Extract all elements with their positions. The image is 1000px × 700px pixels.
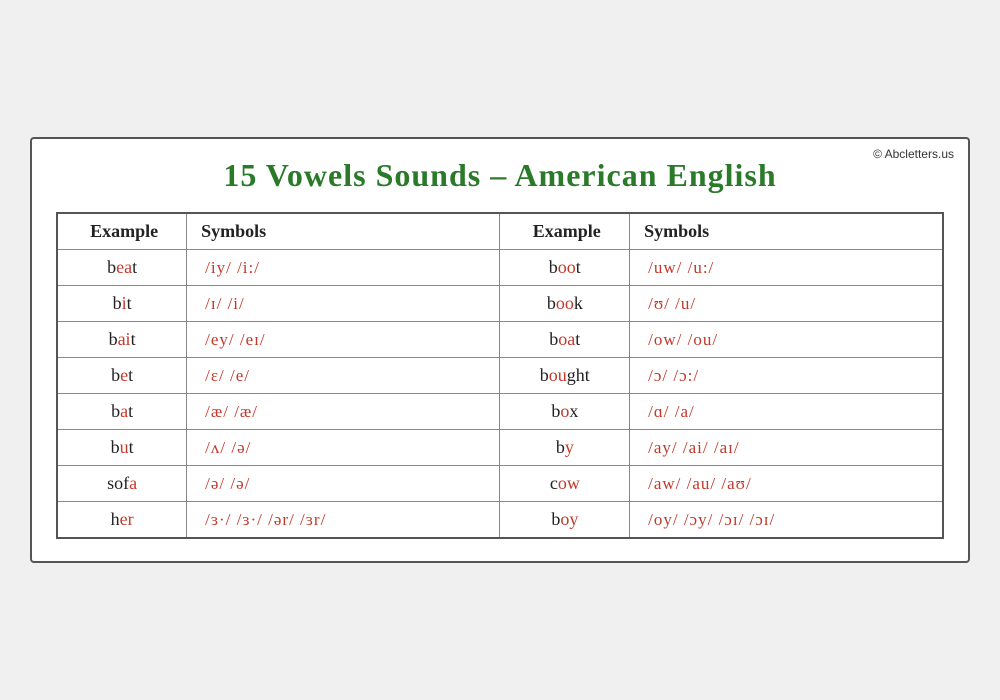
example-word-right: boat [500,322,630,358]
header-symbols-left: Symbols [187,213,500,250]
consonant: t [128,365,133,385]
consonant: b [549,257,558,277]
symbols-cell-left: /iy/ /i:/ [187,250,500,286]
table-row: bait/ey/ /eɪ/boat/ow/ /ou/ [57,322,943,358]
header-example-left: Example [57,213,187,250]
consonant: b [547,293,556,313]
vowel-highlight: oo [556,293,574,313]
table-body: beat/iy/ /i:/boot/uw/ /u:/bit/ɪ/ /i/book… [57,250,943,539]
consonant: x [569,401,578,421]
symbols-cell-right: /ɔ/ /ɔ:/ [630,358,943,394]
example-word-right: boot [500,250,630,286]
consonant: b [113,293,122,313]
vowel-highlight: ai [118,329,131,349]
table-row: bat/æ/ /æ/box/ɑ/ /a/ [57,394,943,430]
consonant: t [128,401,133,421]
vowel-highlight: er [120,509,134,529]
consonant: c [550,473,558,493]
symbols-cell-left: /ey/ /eɪ/ [187,322,500,358]
copyright-text: © Abcletters.us [873,147,954,161]
vowel-highlight: e [120,365,128,385]
symbols-cell-left: /ɛ/ /e/ [187,358,500,394]
example-word-right: by [500,430,630,466]
symbols-cell-right: /oy/ /ɔy/ /ɔɪ/ /ɔɪ/ [630,502,943,539]
consonant: b [111,437,120,457]
symbols-cell-right: /uw/ /u:/ [630,250,943,286]
vowel-highlight: oa [558,329,575,349]
vowel-highlight: o [560,401,569,421]
symbols-cell-right: /ʊ/ /u/ [630,286,943,322]
consonant: b [107,257,116,277]
example-word-right: box [500,394,630,430]
consonant: t [127,293,132,313]
consonant: h [111,509,120,529]
consonant: b [109,329,118,349]
symbols-cell-right: /ɑ/ /a/ [630,394,943,430]
example-word-left: bait [57,322,187,358]
consonant: t [131,329,136,349]
symbols-cell-left: /ɜ·/ /ɜ·/ /ər/ /ɜr/ [187,502,500,539]
symbols-cell-left: /ɪ/ /i/ [187,286,500,322]
example-word-left: beat [57,250,187,286]
vowel-highlight: u [120,437,129,457]
consonant: b [551,401,560,421]
symbols-cell-right: /ow/ /ou/ [630,322,943,358]
table-row: but/ʌ/ /ə/by/ay/ /ai/ /aɪ/ [57,430,943,466]
table-row: her/ɜ·/ /ɜ·/ /ər/ /ɜr/boy/oy/ /ɔy/ /ɔɪ/ … [57,502,943,539]
consonant: b [111,401,120,421]
table-row: sofa/ə/ /ə/cow/aw/ /au/ /aʊ/ [57,466,943,502]
example-word-right: boy [500,502,630,539]
symbols-cell-left: /ə/ /ə/ [187,466,500,502]
table-header-row: Example Symbols Example Symbols [57,213,943,250]
symbols-cell-right: /aw/ /au/ /aʊ/ [630,466,943,502]
symbols-cell-left: /ʌ/ /ə/ [187,430,500,466]
symbols-cell-right: /ay/ /ai/ /aɪ/ [630,430,943,466]
example-word-left: sofa [57,466,187,502]
header-example-right: Example [500,213,630,250]
example-word-right: cow [500,466,630,502]
vowel-highlight: ou [549,365,567,385]
page-title: 15 Vowels Sounds – American English [56,157,944,194]
consonant: t [132,257,137,277]
symbols-cell-left: /æ/ /æ/ [187,394,500,430]
consonant: b [551,509,560,529]
example-word-left: bat [57,394,187,430]
consonant: sof [107,473,129,493]
vowel-highlight: oo [558,257,576,277]
example-word-right: book [500,286,630,322]
example-word-left: bit [57,286,187,322]
example-word-left: her [57,502,187,539]
consonant: b [111,365,120,385]
consonant: k [574,293,583,313]
consonant: b [556,437,565,457]
main-card: © Abcletters.us 15 Vowels Sounds – Ameri… [30,137,970,563]
vowel-highlight: y [565,437,574,457]
consonant: t [575,329,580,349]
consonant: b [549,329,558,349]
vowel-highlight: a [129,473,137,493]
table-row: beat/iy/ /i:/boot/uw/ /u:/ [57,250,943,286]
header-symbols-right: Symbols [630,213,943,250]
consonant: b [540,365,549,385]
consonant: ght [567,365,590,385]
vowel-highlight: oy [560,509,578,529]
example-word-left: but [57,430,187,466]
vowel-highlight: ow [558,473,580,493]
example-word-right: bought [500,358,630,394]
consonant: t [576,257,581,277]
consonant: t [129,437,134,457]
table-row: bit/ɪ/ /i/book/ʊ/ /u/ [57,286,943,322]
table-row: bet/ɛ/ /e/bought/ɔ/ /ɔ:/ [57,358,943,394]
vowel-highlight: ea [116,257,132,277]
example-word-left: bet [57,358,187,394]
vowels-table: Example Symbols Example Symbols beat/iy/… [56,212,944,539]
vowel-highlight: a [120,401,128,421]
